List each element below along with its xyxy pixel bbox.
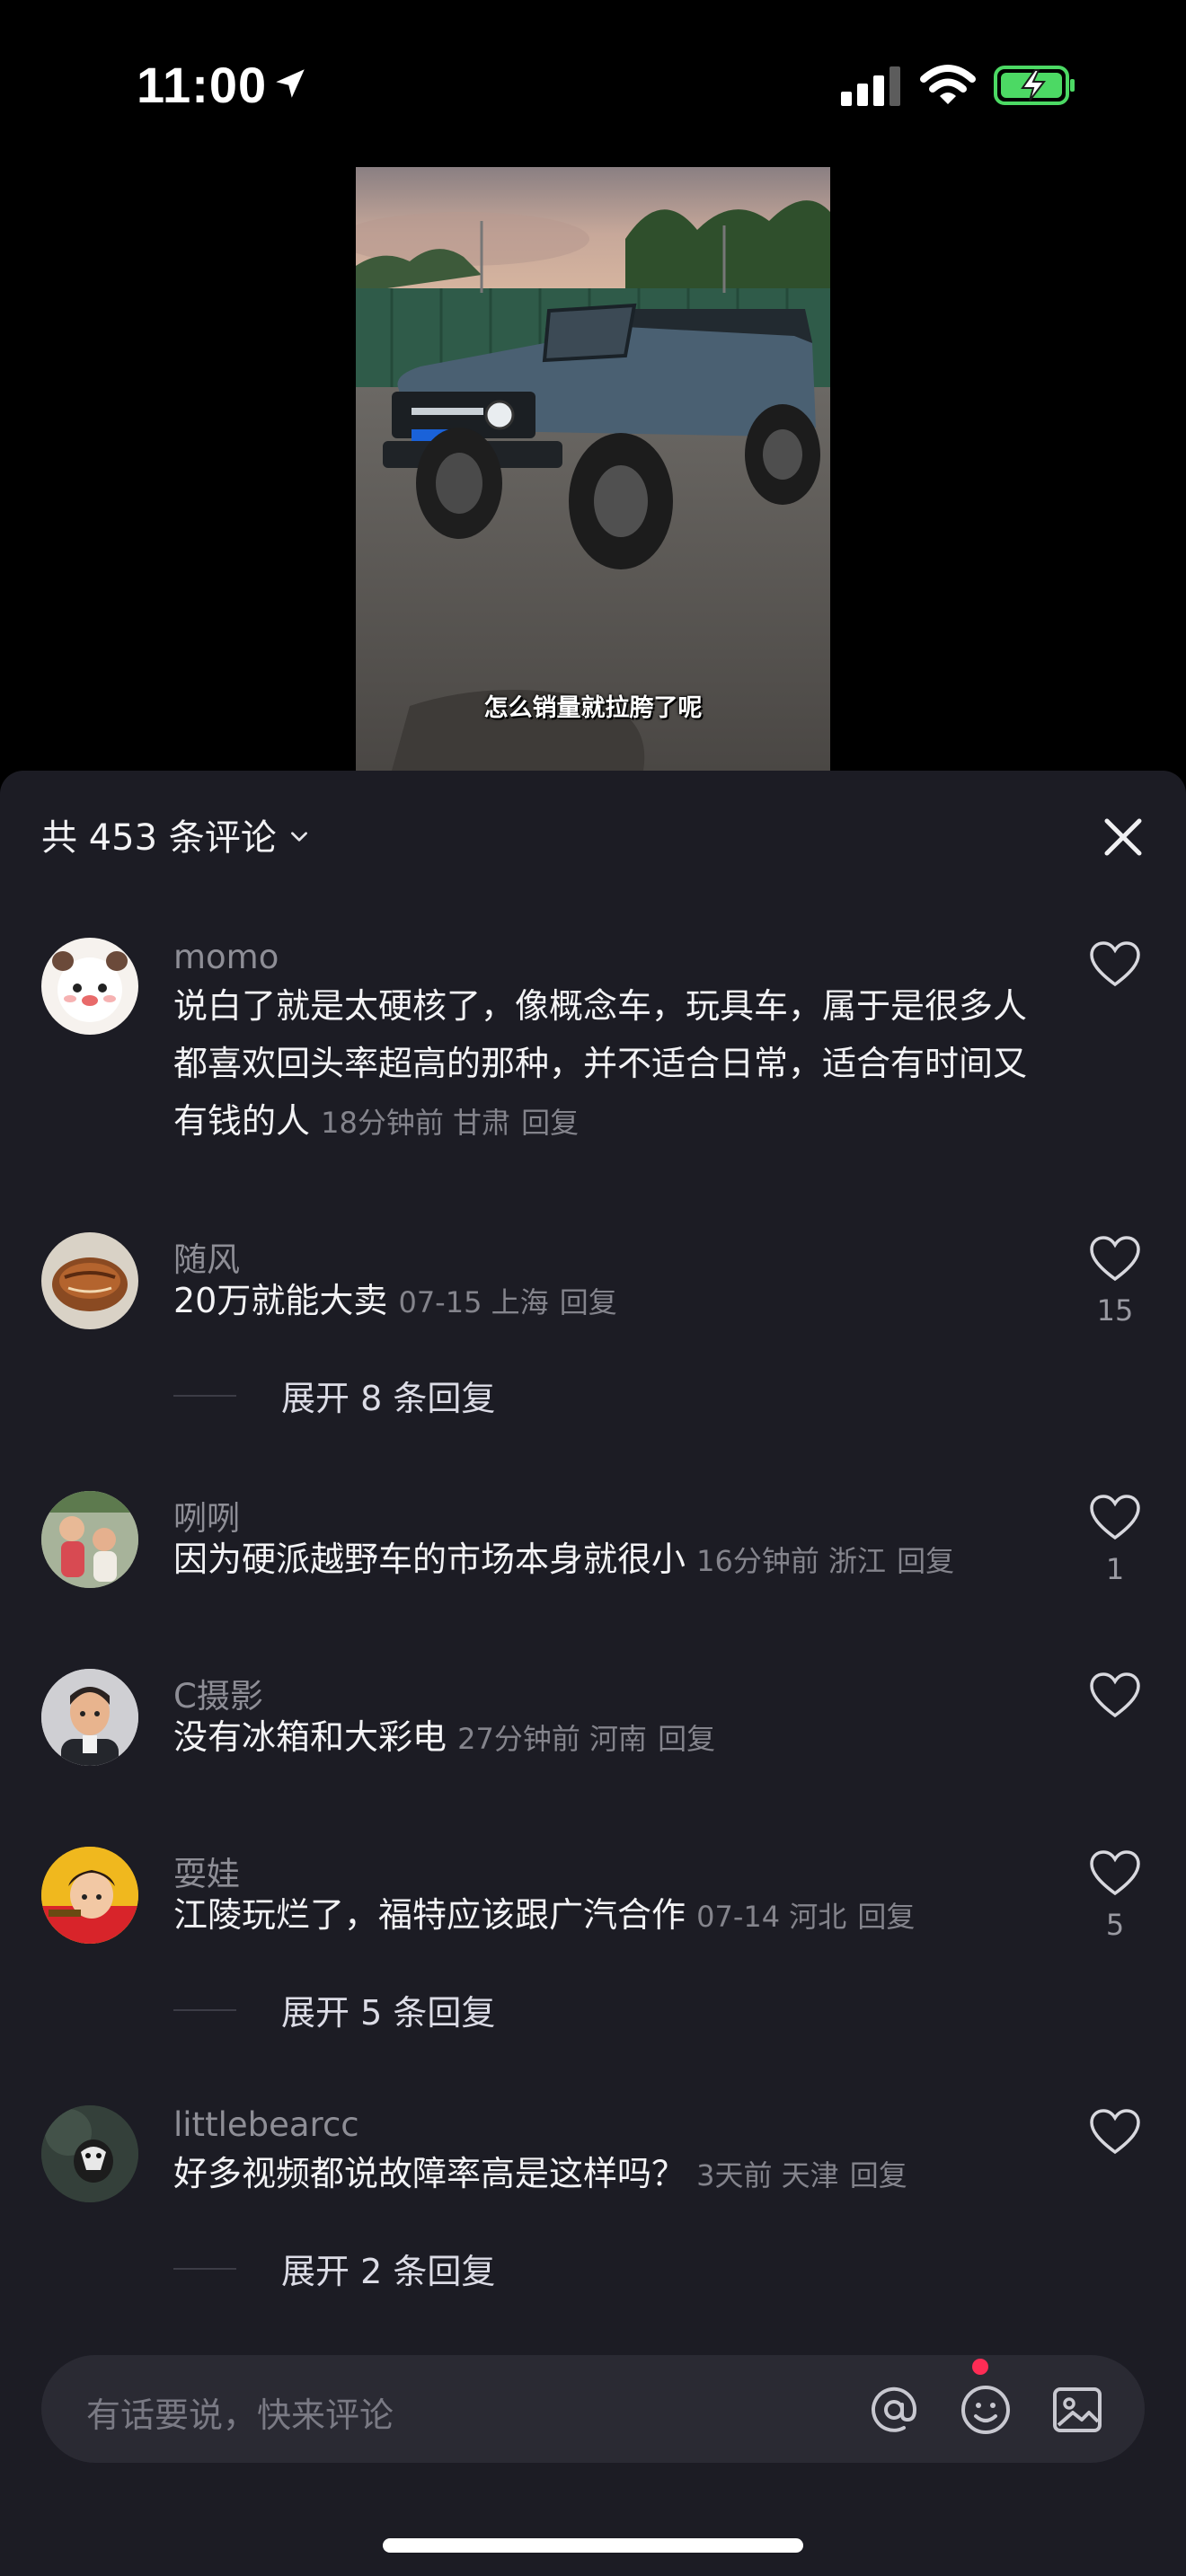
comment-meta: 3天前 天津 [696,2158,839,2192]
signal-icon [841,66,900,106]
comment-body: 江陵玩烂了，福特应该跟广汽合作 [173,1895,686,1935]
comment-meta: 07-15 上海 [398,1285,549,1319]
expand-replies-label: 展开 2 条回复 [281,2252,496,2291]
avatar[interactable] [41,2105,138,2202]
comment-body: 没有冰箱和大彩电 [173,1717,447,1757]
reply-button[interactable]: 回复 [521,1106,579,1140]
reply-button[interactable]: 回复 [560,1285,617,1319]
expand-replies-button[interactable]: 展开 2 条回复 [173,2244,495,2293]
divider [173,2008,236,2011]
divider [173,1394,236,1397]
heart-icon[interactable] [1089,1236,1141,1283]
battery-charging-icon [994,66,1075,105]
comment-body: 说白了就是太硬核了，像概念车，玩具车，属于是很多人都喜欢回头率超高的那种，并不适… [173,986,1028,1141]
heart-icon[interactable] [1089,1672,1141,1719]
reply-button[interactable]: 回复 [897,1544,954,1578]
chevron-down-icon [290,832,307,842]
image-icon[interactable] [1049,2382,1105,2438]
expand-replies-button[interactable]: 展开 5 条回复 [173,1985,495,2034]
expand-replies-label: 展开 8 条回复 [281,1379,496,1418]
home-indicator [383,2538,803,2553]
avatar[interactable] [41,1669,138,1766]
avatar[interactable] [41,1491,138,1588]
comment-body: 20万就能大卖 [173,1281,388,1320]
reply-button[interactable]: 回复 [658,1722,715,1756]
comment-sheet: 共 453 条评论 momo 说白了就是太硬核了，像概念车，玩具车，属于是很多人… [0,771,1186,2576]
comment-meta: 27分钟前 河南 [457,1722,648,1756]
comment-body: 因为硬派越野车的市场本身就很小 [173,1539,686,1579]
expand-replies-label: 展开 5 条回复 [281,1993,496,2033]
video-player[interactable]: 怎么销量就拉胯了呢 [356,167,830,771]
heart-icon[interactable] [1089,941,1141,988]
comment-username[interactable]: momo [173,938,279,976]
comment-text: 没有冰箱和大彩电 27分钟前 河南 回复 [173,1708,1054,1768]
divider [173,2267,236,2270]
avatar[interactable] [41,1847,138,1944]
reply-button[interactable]: 回复 [850,2158,907,2192]
heart-icon[interactable] [1089,2109,1141,2156]
comment-count-header[interactable]: 共 453 条评论 [41,808,311,860]
like-count: 15 [1096,1293,1134,1328]
heart-icon[interactable] [1089,1495,1141,1541]
status-time: 11:00 [137,57,268,113]
heart-icon[interactable] [1089,1850,1141,1897]
expand-replies-button[interactable]: 展开 8 条回复 [173,1371,495,1420]
comment-text: 说白了就是太硬核了，像概念车，玩具车，属于是很多人都喜欢回头率超高的那种，并不适… [173,977,1054,1151]
comment-body: 好多视频都说故障率高是这样吗？ [173,2154,686,2193]
comment-meta: 16分钟前 浙江 [696,1544,887,1578]
status-bar: 11:00 [0,0,1186,171]
location-arrow-icon [276,69,305,98]
video-thumbnail [356,167,830,771]
comment-text: 好多视频都说故障率高是这样吗？ 3天前 天津 回复 [173,2145,1054,2204]
comment-text: 因为硬派越野车的市场本身就很小 16分钟前 浙江 回复 [173,1531,1054,1590]
at-icon[interactable] [866,2382,922,2438]
wifi-icon [920,65,976,104]
avatar[interactable] [41,938,138,1035]
comment-text: 江陵玩烂了，福特应该跟广汽合作 07-14 河北 回复 [173,1886,1054,1945]
comment-username[interactable]: littlebearcc [173,2105,359,2144]
comment-count-label: 共 453 条评论 [41,817,277,859]
notification-dot [972,2359,988,2375]
avatar[interactable] [41,1232,138,1329]
close-icon[interactable] [1096,810,1150,864]
comment-input[interactable]: 有话要说，快来评论 [86,2387,394,2437]
emoji-icon[interactable] [958,2382,1013,2438]
comment-meta: 18分钟前 甘肃 [321,1106,511,1140]
comment-text: 20万就能大卖 07-15 上海 回复 [173,1272,1054,1331]
comment-meta: 07-14 河北 [696,1900,847,1934]
like-count: 1 [1105,1552,1125,1586]
video-caption: 怎么销量就拉胯了呢 [483,694,703,722]
reply-button[interactable]: 回复 [857,1900,915,1934]
like-count: 5 [1105,1908,1125,1942]
